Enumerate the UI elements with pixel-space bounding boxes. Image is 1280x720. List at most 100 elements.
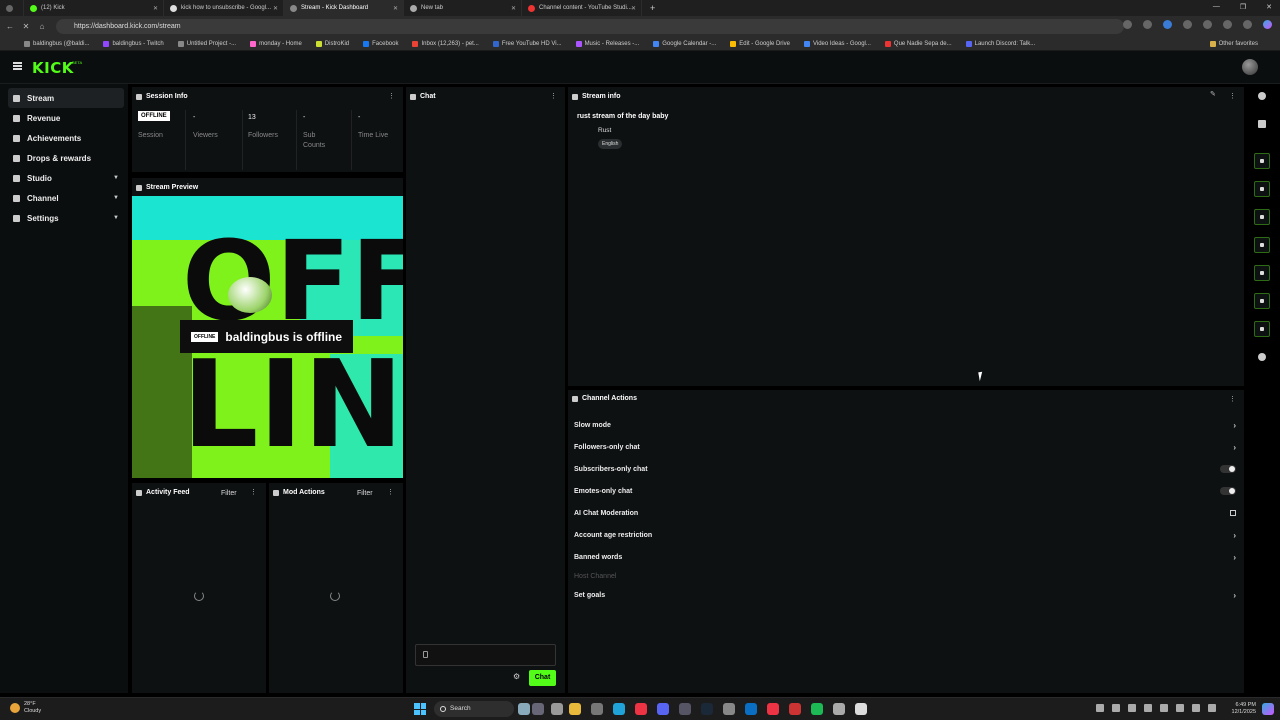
avatar[interactable] [1242,59,1258,75]
taskbar-clock[interactable]: 6:49 PM 12/1/2025 [1232,702,1256,716]
new-tab-plus-icon[interactable]: + [642,3,663,13]
stop-icon[interactable]: ✕ [20,22,32,31]
steam-icon[interactable] [701,703,713,715]
sidebar-item-settings[interactable]: Settings ▼ [8,208,124,228]
tray-app-icon[interactable] [1128,704,1136,712]
tray-app-icon[interactable] [1112,704,1120,712]
kebab-menu-icon[interactable]: ⋮ [1229,92,1236,100]
bookmark[interactable]: Google Calendar -... [653,40,716,47]
windows-start-icon[interactable] [414,703,426,715]
emotes-only-toggle[interactable] [1220,487,1236,495]
rail-add-widget-icon[interactable] [1258,353,1266,361]
rail-session-icon[interactable] [1254,153,1270,169]
extension-icon[interactable] [1163,20,1172,29]
more-icon[interactable] [1243,20,1252,29]
sidebar-item-achievements[interactable]: Achievements [8,128,124,148]
back-arrow-icon[interactable]: ← [4,22,16,31]
discord-icon[interactable] [657,703,669,715]
minimize-icon[interactable]: — [1213,3,1220,11]
favorite-star-icon[interactable] [1143,20,1152,29]
tray-app-icon[interactable] [1160,704,1168,712]
chrome-icon[interactable] [767,703,779,715]
bookmark[interactable]: Facebook [363,40,398,47]
kebab-menu-icon[interactable]: ⋮ [550,92,557,100]
wifi-icon[interactable] [1176,704,1184,712]
task-view-icon[interactable] [532,703,544,715]
rail-chat-icon[interactable] [1254,237,1270,253]
bookmark[interactable]: Music - Releases -... [575,40,639,47]
app-icon[interactable] [551,703,563,715]
home-icon[interactable]: ⌂ [36,22,48,31]
rail-broadcast-icon[interactable] [1254,265,1270,281]
sidebar-item-drops[interactable]: Drops & rewards [8,148,124,168]
pencil-edit-icon[interactable]: ✎ [1210,90,1216,98]
favorites-icon[interactable] [1203,20,1212,29]
browser-tab[interactable]: (12) Kick ✕ [24,0,164,16]
browser-tab-blank[interactable] [0,0,24,16]
calculator-icon[interactable] [833,703,845,715]
bookmark[interactable]: Video Ideas - Googl... [803,40,871,47]
browser-tab[interactable]: kick how to unsubscribe - Googl... ✕ [164,0,284,16]
snipping-tool-icon[interactable] [855,703,867,715]
bookmark[interactable]: Edit - Google Drive [730,40,790,47]
settings-icon[interactable] [723,703,735,715]
ai-moderation-row[interactable]: AI Chat Moderation [574,505,1238,521]
filter-button[interactable]: Filter [357,490,373,497]
bookmark[interactable]: Free YouTube HD Vi... [492,40,562,47]
close-icon[interactable]: ✕ [153,5,158,12]
app-icon[interactable] [789,703,801,715]
browser-tab[interactable]: New tab ✕ [404,0,522,16]
slow-mode-row[interactable]: Slow mode › [574,417,1238,433]
followers-only-row[interactable]: Followers-only chat › [574,439,1238,455]
bookmark[interactable]: Launch Discord: Talk... [965,40,1035,47]
rail-lightning-icon[interactable] [1254,181,1270,197]
kebab-menu-icon[interactable]: ⋮ [1229,395,1236,403]
rail-wrench-icon[interactable] [1254,321,1270,337]
app-icon[interactable] [679,703,691,715]
close-icon[interactable]: ✕ [511,5,516,12]
notification-icon[interactable] [1262,703,1274,715]
sidebar-item-stream[interactable]: Stream [8,88,124,108]
bookmark[interactable]: Inbox (12,263) - pet... [412,40,479,47]
info-icon[interactable] [1258,92,1266,100]
kebab-menu-icon[interactable]: ⋮ [388,92,395,100]
bookmark[interactable]: baldingbus (@baldi... [24,40,89,47]
chrome-icon[interactable] [635,703,647,715]
taskbar-search[interactable]: Search [434,701,514,717]
edge-icon[interactable] [613,703,625,715]
chat-settings-gear-icon[interactable]: ⚙ [513,672,520,681]
battery-icon[interactable] [1208,704,1216,712]
close-icon[interactable]: ✕ [631,5,636,12]
account-age-row[interactable]: Account age restriction › [574,527,1238,543]
hamburger-menu-icon[interactable] [13,62,22,70]
browser-tab-active[interactable]: Stream - Kick Dashboard ✕ [284,0,404,16]
file-explorer-icon[interactable] [569,703,581,715]
filter-button[interactable]: Filter [221,490,237,497]
sidebar-item-studio[interactable]: Studio ▼ [8,168,124,188]
copilot-icon[interactable] [1263,20,1272,29]
read-aloud-icon[interactable] [1123,20,1132,29]
maximize-icon[interactable]: ❐ [1240,3,1246,11]
tray-app-icon[interactable] [1144,704,1152,712]
browser-tab[interactable]: Channel content - YouTube Studi... ✕ [522,0,642,16]
spotify-icon[interactable] [811,703,823,715]
refresh-extension-icon[interactable] [1183,20,1192,29]
bookmark[interactable]: Untitled Project -... [177,40,236,47]
sidebar-item-revenue[interactable]: Revenue [8,108,124,128]
close-window-icon[interactable]: ✕ [1266,3,1272,11]
chat-input[interactable] [415,644,556,666]
subscribers-only-toggle[interactable] [1220,465,1236,473]
app-icon[interactable] [591,703,603,715]
chat-send-button[interactable]: Chat [529,670,556,686]
banned-words-row[interactable]: Banned words › [574,549,1238,565]
sidebar-item-channel[interactable]: Channel ▼ [8,188,124,208]
kebab-menu-icon[interactable]: ⋮ [387,488,394,496]
set-goals-row[interactable]: Set goals › [574,587,1238,603]
kick-logo[interactable]: KICK [32,59,74,77]
bookmark[interactable]: monday - Home [250,40,302,47]
chevron-up-icon[interactable] [1096,704,1104,712]
weather-widget[interactable]: 28°F Cloudy [10,701,41,715]
close-icon[interactable]: ✕ [393,5,398,12]
bookmark[interactable]: Que Nadie Sepa de... [884,40,952,47]
other-favorites[interactable]: Other favorites [1209,40,1258,47]
